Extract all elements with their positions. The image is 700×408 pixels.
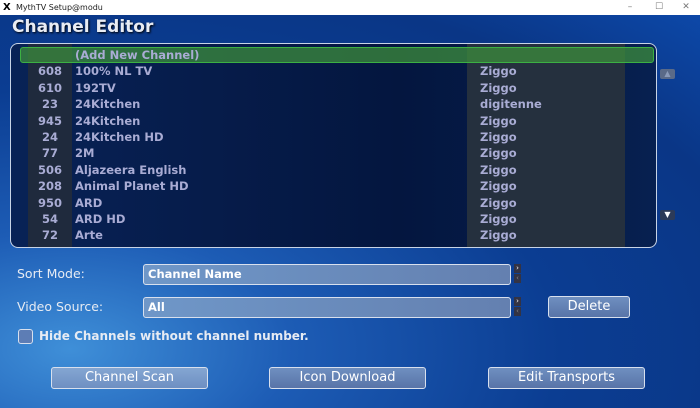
- channel-source: Ziggo: [480, 162, 517, 177]
- channel-row[interactable]: 77 2M Ziggo: [11, 145, 656, 161]
- delete-button[interactable]: Delete: [548, 296, 630, 318]
- channel-source: Ziggo: [480, 228, 517, 243]
- hide-channels-label: Hide Channels without channel number.: [39, 329, 309, 343]
- channel-name: 24Kitchen: [75, 97, 141, 112]
- channel-number: 610: [37, 80, 62, 95]
- channel-name: Animal Planet HD: [75, 179, 189, 194]
- app-area: Channel Editor (Add New Channel) 608 100% …: [0, 15, 700, 408]
- channel-source: Ziggo: [480, 113, 517, 128]
- channel-number: 208: [37, 179, 62, 194]
- channel-name: ARD HD: [75, 212, 126, 226]
- window-title: MythTV Setup@modu: [16, 3, 103, 12]
- channel-name: 24Kitchen: [75, 113, 141, 128]
- title-bar: X MythTV Setup@modu – ☐ ✕: [0, 0, 700, 15]
- channel-row[interactable]: 608 100% NL TV Ziggo: [11, 63, 656, 79]
- channel-list[interactable]: (Add New Channel) 608 100% NL TV Ziggo 610 19…: [10, 43, 657, 248]
- app-logo-icon: X: [3, 2, 11, 13]
- channel-number: 950: [37, 195, 62, 210]
- channel-number: 77: [41, 146, 58, 161]
- channel-row[interactable]: 945 24Kitchen Ziggo: [11, 113, 656, 129]
- channel-number: 23: [41, 97, 58, 112]
- channel-row[interactable]: 208 Animal Planet HD Ziggo: [11, 178, 656, 194]
- channel-name: ARD: [75, 195, 103, 210]
- close-button[interactable]: ✕: [672, 0, 700, 15]
- page-title: Channel Editor: [12, 17, 154, 37]
- channel-row[interactable]: 54 ARD HD Ziggo: [11, 211, 656, 227]
- channel-source: Ziggo: [480, 80, 517, 95]
- channel-row[interactable]: 610 192TV Ziggo: [11, 80, 656, 96]
- channel-name: Aljazeera English: [75, 162, 187, 177]
- channel-source: Ziggo: [480, 179, 517, 194]
- channel-row[interactable]: 24 24Kitchen HD Ziggo: [11, 129, 656, 145]
- channel-number: 72: [41, 228, 58, 243]
- channel-row[interactable]: 950 ARD Ziggo: [11, 195, 656, 211]
- channel-row[interactable]: 23 24Kitchen digitenne: [11, 96, 656, 112]
- channel-number: 54: [41, 212, 58, 226]
- video-source-select[interactable]: All: [143, 297, 511, 318]
- video-source-prev-icon[interactable]: ‹: [514, 307, 521, 316]
- channel-row[interactable]: 72 Arte Ziggo: [11, 227, 656, 243]
- sort-mode-next-icon[interactable]: ›: [514, 264, 521, 273]
- channel-number: 608: [37, 64, 62, 79]
- hide-channels-checkbox[interactable]: [18, 329, 33, 344]
- channel-source: Ziggo: [480, 146, 517, 161]
- channel-source: Ziggo: [480, 130, 517, 144]
- channel-name: (Add New Channel): [75, 48, 200, 62]
- channel-source: Ziggo: [480, 195, 517, 210]
- sort-mode-label: Sort Mode:: [17, 266, 85, 281]
- maximize-button[interactable]: ☐: [645, 0, 673, 15]
- channel-number: 945: [37, 113, 62, 128]
- edit-transports-button[interactable]: Edit Transports: [488, 367, 645, 389]
- channel-name: 24Kitchen HD: [75, 130, 164, 144]
- channel-name: 100% NL TV: [75, 64, 153, 79]
- channel-source: Ziggo: [480, 64, 517, 79]
- channel-source: Ziggo: [480, 212, 517, 226]
- channel-name: 192TV: [75, 80, 116, 95]
- channel-source: digitenne: [480, 97, 542, 112]
- icon-download-button[interactable]: Icon Download: [269, 367, 426, 389]
- sort-mode-prev-icon[interactable]: ‹: [514, 274, 521, 283]
- channel-number: 506: [37, 162, 62, 177]
- channel-number: 24: [41, 130, 58, 144]
- video-source-next-icon[interactable]: ›: [514, 297, 521, 306]
- channel-name: Arte: [75, 228, 103, 243]
- sort-mode-select[interactable]: Channel Name: [143, 264, 511, 285]
- scroll-up-icon[interactable]: ▲: [660, 69, 675, 79]
- minimize-button[interactable]: –: [616, 0, 644, 15]
- channel-name: 2M: [75, 146, 95, 161]
- video-source-label: Video Source:: [17, 299, 104, 314]
- channel-row[interactable]: 506 Aljazeera English Ziggo: [11, 162, 656, 178]
- scroll-down-icon[interactable]: ▼: [660, 210, 675, 220]
- channel-row[interactable]: (Add New Channel): [11, 47, 656, 63]
- channel-scan-button[interactable]: Channel Scan: [51, 367, 208, 389]
